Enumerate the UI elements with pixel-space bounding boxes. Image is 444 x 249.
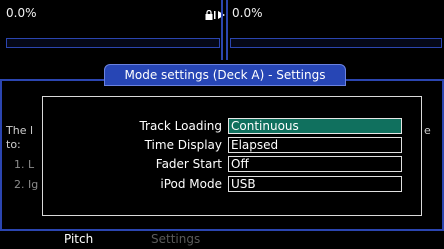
setting-label-track-loading: Track Loading xyxy=(139,119,222,133)
deck-b-bar xyxy=(230,38,442,48)
setting-label-ipod-mode: iPod Mode xyxy=(160,177,222,191)
tab-pitch[interactable]: Pitch xyxy=(64,232,93,246)
background-text: to: xyxy=(6,138,21,151)
setting-value-fader-start[interactable]: Off xyxy=(228,156,402,172)
deck-separator xyxy=(221,0,223,60)
setting-value-track-loading[interactable]: Continuous xyxy=(228,118,402,134)
background-text: The l xyxy=(6,124,34,137)
setting-label-time-display: Time Display xyxy=(144,138,222,152)
deck-b-percent: 0.0% xyxy=(232,6,263,20)
tab-settings[interactable]: Settings xyxy=(151,232,200,246)
setting-label-fader-start: Fader Start xyxy=(155,157,222,171)
play-arrow-icon xyxy=(214,5,226,24)
deck-separator xyxy=(226,0,228,60)
deck-a-percent: 0.0% xyxy=(6,6,37,20)
window-title: Mode settings (Deck A) - Settings xyxy=(104,64,346,86)
background-text: 2. Ig xyxy=(14,178,39,191)
setting-value-ipod-mode[interactable]: USB xyxy=(228,176,402,192)
background-text: e xyxy=(424,124,431,137)
lock-icon xyxy=(205,5,213,24)
setting-value-time-display[interactable]: Elapsed xyxy=(228,137,402,153)
background-text: 1. L xyxy=(14,158,35,171)
deck-a-bar xyxy=(6,38,220,48)
